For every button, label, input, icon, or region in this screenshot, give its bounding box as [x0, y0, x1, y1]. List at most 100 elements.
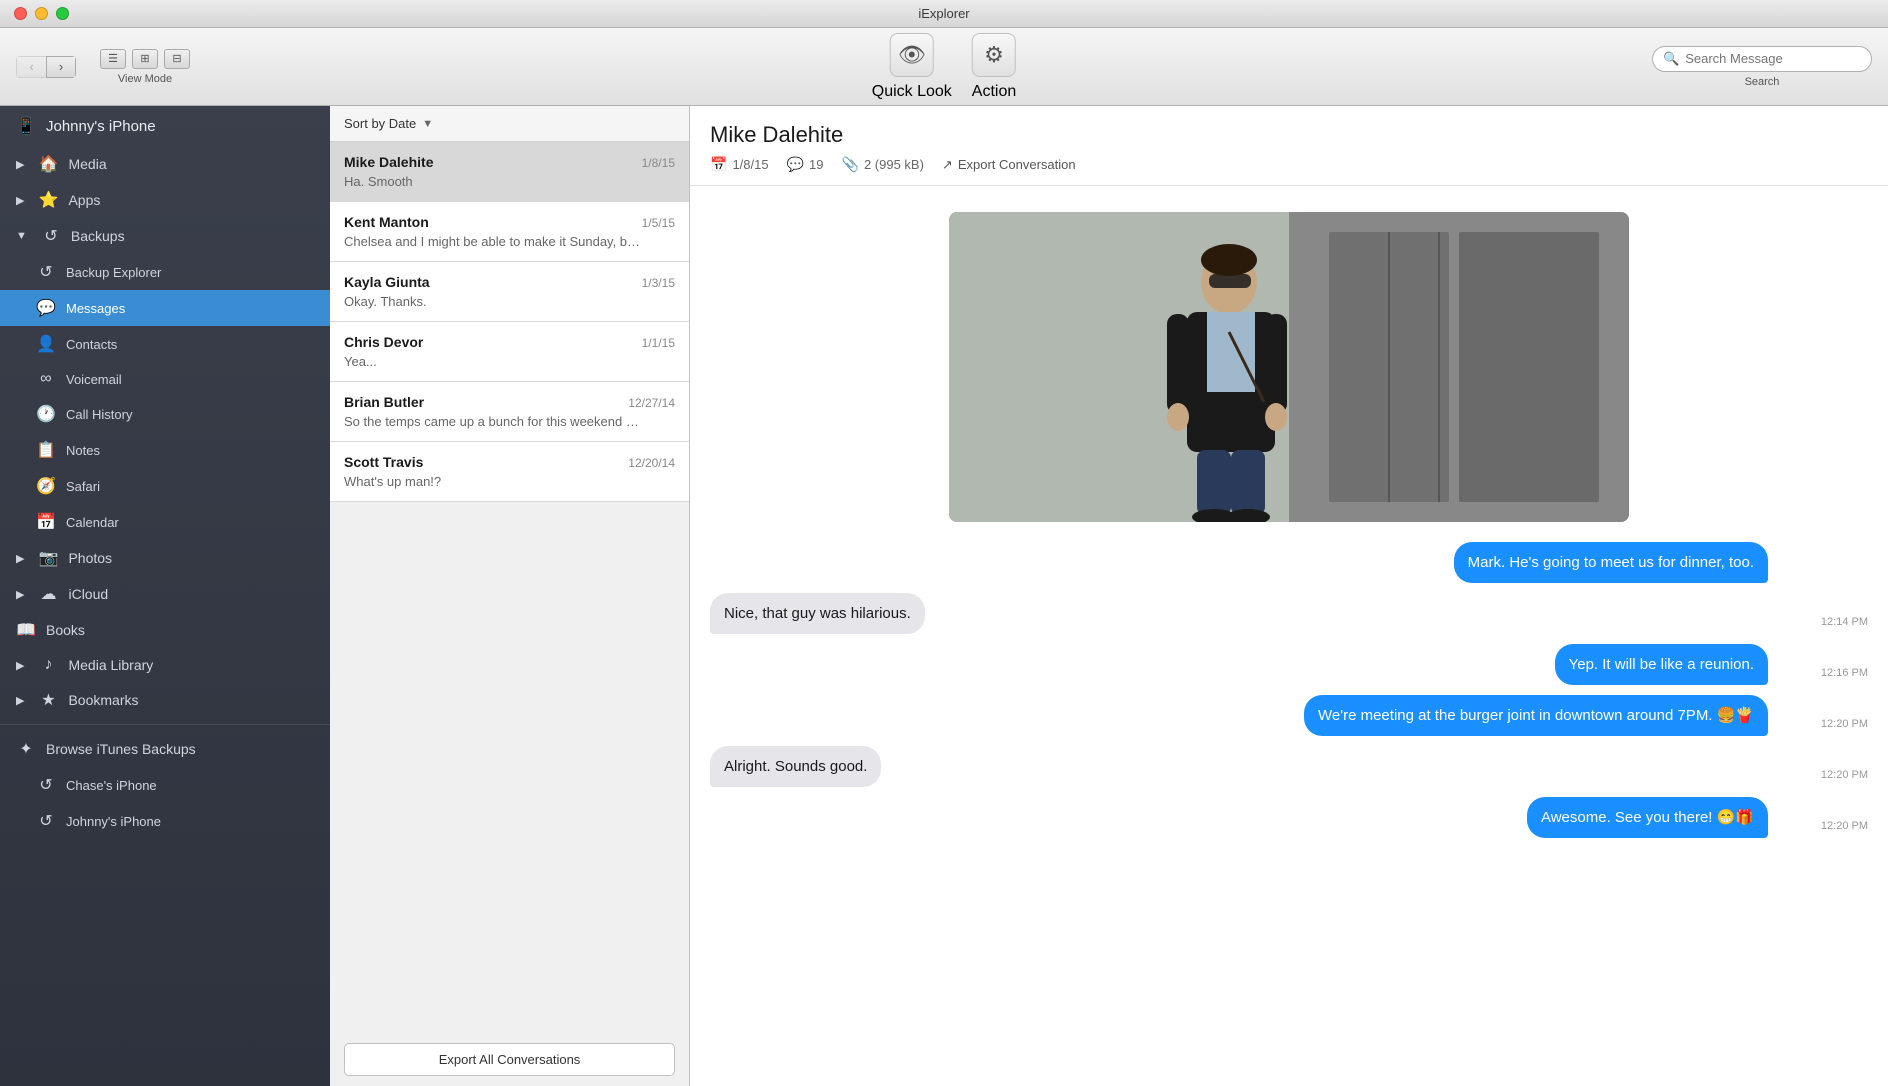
message-bubble: Yep. It will be like a reunion.	[1555, 644, 1768, 685]
main-layout: 📱 Johnny's iPhone ▶ 🏠 Media ▶ ⭐ Apps ▼ ↺…	[0, 106, 1888, 1086]
list-item[interactable]: Kent Manton 1/5/15 Chelsea and I might b…	[330, 202, 689, 262]
message-preview: Okay. Thanks.	[344, 294, 644, 309]
sidebar-device-header[interactable]: 📱 Johnny's iPhone	[0, 106, 330, 146]
conversation-meta: 📅 1/8/15 💬 19 📎 2 (995 kB) ↗ Export Conv…	[710, 156, 1868, 173]
sidebar-item-calendar[interactable]: 📅 Calendar	[0, 504, 330, 540]
list-view-button[interactable]: ☰	[100, 49, 126, 69]
sidebar-item-label-johnny-iphone-backup: Johnny's iPhone	[66, 814, 161, 829]
conversation-messages: 12:13 PM Mark. He's going to meet us for…	[690, 186, 1888, 1086]
sidebar-device-name: Johnny's iPhone	[46, 118, 156, 135]
message-row-sent-4: Awesome. See you there! 😁🎁 12:20 PM	[710, 797, 1868, 838]
sidebar-item-call-history[interactable]: 🕐 Call History	[0, 396, 330, 432]
sidebar-item-label-contacts: Contacts	[66, 337, 117, 352]
sidebar-item-label-calendar: Calendar	[66, 515, 119, 530]
sidebar-item-label-books: Books	[46, 622, 85, 638]
message-list: Mike Dalehite 1/8/15 Ha. Smooth Kent Man…	[330, 142, 689, 1033]
collapse-arrow-apps: ▶	[16, 194, 24, 207]
sidebar-item-books[interactable]: 📖 Books	[0, 612, 330, 648]
column-view-button[interactable]: ⊞	[132, 49, 158, 69]
message-preview: Ha. Smooth	[344, 174, 644, 189]
list-item[interactable]: Scott Travis 12/20/14 What's up man!?	[330, 442, 689, 502]
message-photo: 12:13 PM	[710, 212, 1868, 522]
search-box[interactable]: 🔍	[1652, 46, 1872, 72]
message-preview: Chelsea and I might be able to make it S…	[344, 234, 644, 249]
backup-explorer-icon: ↺	[36, 262, 56, 282]
sidebar-item-johnny-iphone-backup[interactable]: ↺ Johnny's iPhone	[0, 803, 330, 839]
sidebar-divider	[0, 724, 330, 725]
view-mode-icons: ☰ ⊞ ⊟	[100, 49, 190, 69]
export-all-button[interactable]: Export All Conversations	[344, 1043, 675, 1076]
search-input[interactable]	[1685, 51, 1861, 66]
search-icon: 🔍	[1663, 51, 1679, 67]
quick-look-button[interactable]: 👁 Quick Look	[872, 33, 952, 101]
sidebar-item-label-media-library: Media Library	[68, 657, 153, 673]
sidebar-item-voicemail[interactable]: ∞ Voicemail	[0, 362, 330, 396]
message-time: 12:20 PM	[1821, 769, 1868, 781]
meta-message-count: 19	[809, 157, 823, 172]
fullscreen-button[interactable]	[56, 7, 69, 20]
message-sender: Brian Butler	[344, 394, 424, 410]
sidebar-item-safari[interactable]: 🧭 Safari	[0, 468, 330, 504]
media-library-icon: ♪	[38, 656, 58, 674]
view-mode-label: View Mode	[118, 73, 172, 85]
sidebar-item-chase-iphone[interactable]: ↺ Chase's iPhone	[0, 767, 330, 803]
message-bubble: Alright. Sounds good.	[710, 746, 881, 787]
sidebar-item-label-messages: Messages	[66, 301, 125, 316]
forward-button[interactable]: ›	[46, 56, 76, 78]
message-preview: Yea...	[344, 354, 644, 369]
sidebar-item-bookmarks[interactable]: ▶ ★ Bookmarks	[0, 682, 330, 718]
sidebar-item-icloud[interactable]: ▶ ☁ iCloud	[0, 576, 330, 612]
conversation-panel: Mike Dalehite 📅 1/8/15 💬 19 📎 2 (995 kB)…	[690, 106, 1888, 1086]
sidebar-item-apps[interactable]: ▶ ⭐ Apps	[0, 182, 330, 218]
itunes-icon: ✦	[16, 739, 36, 759]
sidebar-item-label-safari: Safari	[66, 479, 100, 494]
sidebar-item-backups[interactable]: ▼ ↺ Backups	[0, 218, 330, 254]
apps-icon: ⭐	[38, 190, 58, 210]
sidebar-item-messages[interactable]: 💬 Messages	[0, 290, 330, 326]
call-history-icon: 🕐	[36, 404, 56, 424]
message-date: 12/27/14	[628, 396, 675, 410]
sidebar-item-media-library[interactable]: ▶ ♪ Media Library	[0, 648, 330, 682]
list-item[interactable]: Kayla Giunta 1/3/15 Okay. Thanks.	[330, 262, 689, 322]
sidebar-item-label-photos: Photos	[68, 550, 112, 566]
message-time: 12:16 PM	[1821, 667, 1868, 679]
notes-icon: 📋	[36, 440, 56, 460]
collapse-arrow-media-library: ▶	[16, 659, 24, 672]
sidebar-browse-itunes[interactable]: ✦ Browse iTunes Backups	[0, 731, 330, 767]
export-conv-icon: ↗	[942, 157, 953, 173]
action-button[interactable]: ⚙ Action	[972, 33, 1016, 101]
quick-look-label: Quick Look	[872, 83, 952, 101]
sort-arrow-icon: ▼	[422, 118, 433, 130]
sidebar-item-notes[interactable]: 📋 Notes	[0, 432, 330, 468]
safari-icon: 🧭	[36, 476, 56, 496]
message-sender: Chris Devor	[344, 334, 423, 350]
message-preview: What's up man!?	[344, 474, 644, 489]
sidebar-item-label-icloud: iCloud	[68, 586, 108, 602]
export-conversation-button[interactable]: ↗ Export Conversation	[942, 157, 1076, 173]
sidebar-item-contacts[interactable]: 👤 Contacts	[0, 326, 330, 362]
toolbar-nav: ‹ › ☰ ⊞ ⊟ View Mode	[16, 49, 190, 85]
sidebar-browse-itunes-label: Browse iTunes Backups	[46, 741, 196, 757]
message-sender: Kent Manton	[344, 214, 429, 230]
backups-icon: ↺	[41, 226, 61, 246]
sort-dropdown[interactable]: Sort by Date ▼	[344, 116, 675, 131]
list-item[interactable]: Brian Butler 12/27/14 So the temps came …	[330, 382, 689, 442]
voicemail-icon: ∞	[36, 370, 56, 388]
collapse-arrow-icloud: ▶	[16, 588, 24, 601]
back-button[interactable]: ‹	[16, 56, 46, 78]
list-item[interactable]: Chris Devor 1/1/15 Yea...	[330, 322, 689, 382]
back-forward-group: ‹ ›	[16, 56, 76, 78]
list-item[interactable]: Mike Dalehite 1/8/15 Ha. Smooth	[330, 142, 689, 202]
conversation-header: Mike Dalehite 📅 1/8/15 💬 19 📎 2 (995 kB)…	[690, 106, 1888, 186]
meta-date: 📅 1/8/15	[710, 156, 769, 173]
message-row-sent-2: Yep. It will be like a reunion. 12:16 PM	[710, 644, 1868, 685]
message-row-received-2: Alright. Sounds good. 12:20 PM	[710, 746, 1868, 787]
sidebar-item-backup-explorer[interactable]: ↺ Backup Explorer	[0, 254, 330, 290]
sidebar-item-photos[interactable]: ▶ 📷 Photos	[0, 540, 330, 576]
grid-view-button[interactable]: ⊟	[164, 49, 190, 69]
message-time: 12:20 PM	[1821, 820, 1868, 832]
minimize-button[interactable]	[35, 7, 48, 20]
calendar-icon: 📅	[36, 512, 56, 532]
sidebar-item-media[interactable]: ▶ 🏠 Media	[0, 146, 330, 182]
close-button[interactable]	[14, 7, 27, 20]
